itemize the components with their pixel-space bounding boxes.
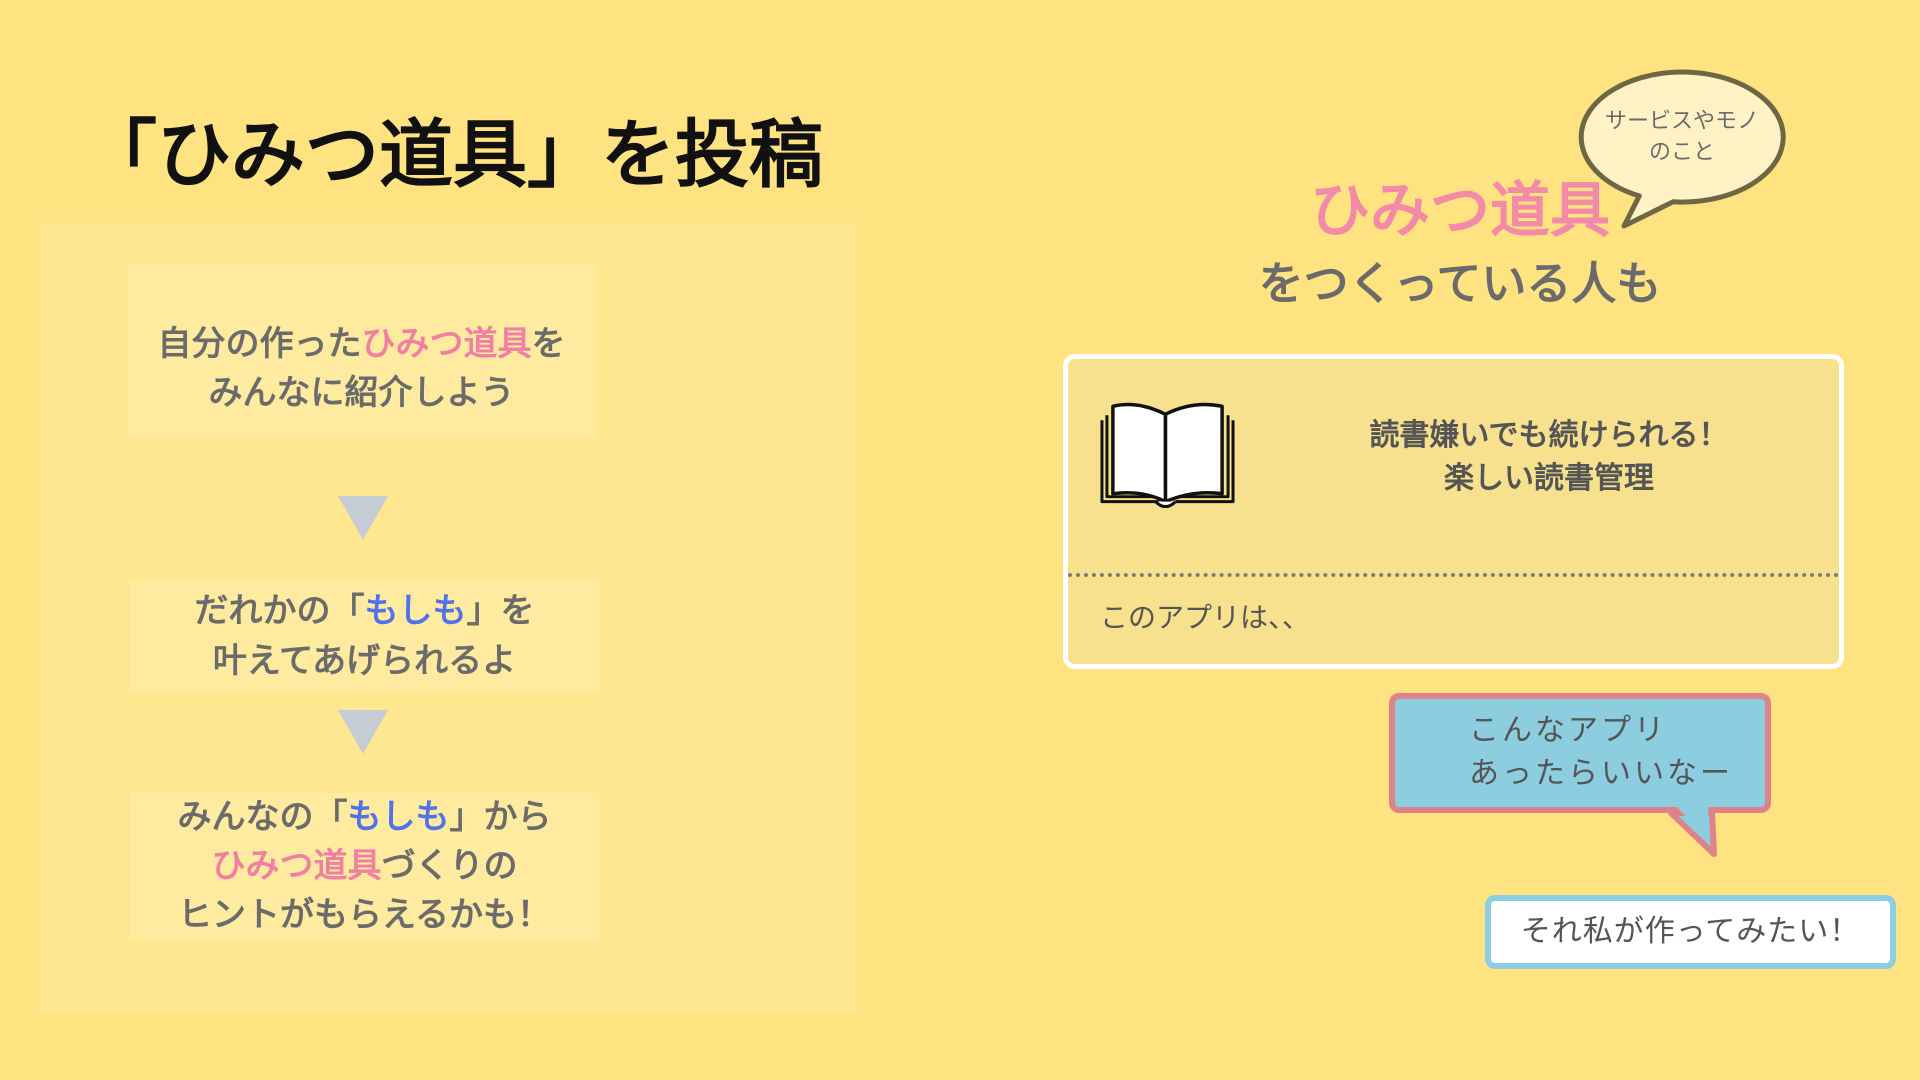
book-icon	[1100, 402, 1235, 508]
step-3-line-1: みんなの「もしも」から	[130, 793, 599, 842]
wish-line-2: あったらいいなー	[1469, 756, 1733, 791]
callout-line-2: のこと	[1648, 140, 1715, 165]
app-card-title-line-2: 楽しい読書管理	[1444, 461, 1654, 496]
step-3-line-3: ヒントがもらえるかも！	[178, 895, 551, 935]
callout-line-1: サービスやモノ	[1604, 109, 1759, 134]
highlight-text: ひみつ道具	[361, 324, 532, 364]
app-card: 読書嫌いでも続けられる！ 楽しい読書管理 このアプリは、、	[1063, 354, 1844, 669]
highlight-text: もしも	[347, 797, 450, 837]
headline-subtitle: をつくっている人も	[1258, 257, 1662, 310]
step-text: みんなの「	[177, 797, 348, 837]
callout-text: サービスやモノ のこと	[1582, 106, 1782, 168]
headline-highlight: ひみつ道具	[1310, 176, 1610, 246]
app-card-title-line-1: 読書嫌いでも続けられる！	[1369, 418, 1729, 453]
app-card-title: 読書嫌いでも続けられる！ 楽しい読書管理	[1328, 414, 1770, 500]
page-title: 「ひみつ道具」を投稿	[83, 112, 823, 198]
reply-box: それ私が作ってみたい！	[1485, 895, 1896, 969]
step-3-line-2: ひみつ道具づくりの	[130, 842, 599, 891]
step-text: 自分の作った	[157, 324, 362, 364]
wish-speech-bubble: こんなアプリ あったらいいなー	[1389, 693, 1771, 813]
step-text: づくりの	[381, 846, 518, 886]
step-text: 」から	[449, 797, 552, 837]
step-2-line-1: だれかの「もしも」を	[130, 586, 599, 636]
highlight-text: ひみつ道具	[211, 846, 382, 886]
wish-line-1: こんなアプリ	[1469, 713, 1667, 748]
step-text: を	[531, 324, 566, 364]
app-card-description: このアプリは、、	[1100, 601, 1311, 634]
step-text: だれかの「	[194, 591, 365, 631]
triangle-down-icon	[338, 496, 388, 540]
step-box-2: だれかの「もしも」を 叶えてあげられるよ	[130, 580, 599, 691]
dotted-divider	[1068, 573, 1839, 577]
step-1-line-2: みんなに紹介しよう	[208, 373, 515, 413]
step-box-1: 自分の作ったひみつ道具を みんなに紹介しよう	[127, 264, 596, 438]
step-1-line-1: 自分の作ったひみつ道具を	[127, 320, 596, 369]
step-2-line-2: 叶えてあげられるよ	[212, 641, 517, 681]
speech-bubble-tail	[1668, 806, 1717, 857]
step-box-3: みんなの「もしも」から ひみつ道具づくりの ヒントがもらえるかも！	[130, 793, 599, 940]
step-text: 」を	[466, 591, 535, 631]
highlight-text: もしも	[364, 591, 467, 631]
triangle-down-icon	[338, 710, 388, 754]
